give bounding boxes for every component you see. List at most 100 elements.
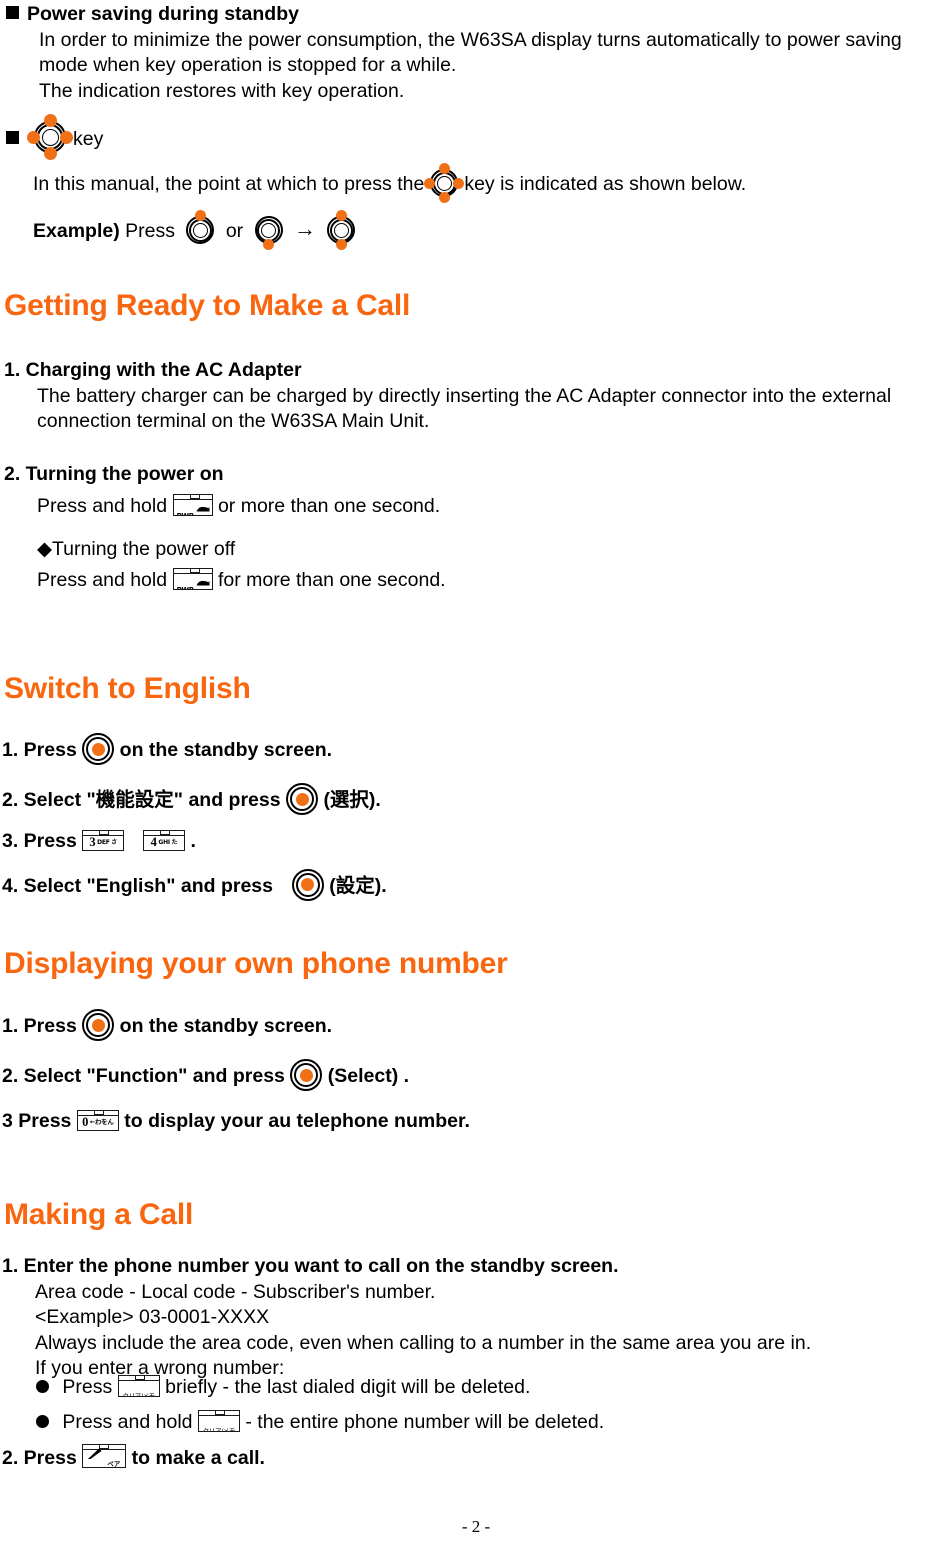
keypad-key-0-icon: 0 ←わをん [76,1110,119,1131]
own-number-step-2: 2. Select "Function" and press (Select) … [2,1059,470,1091]
example-or-word: or [225,220,244,242]
making-call-line-2: <Example> 03-0001-XXXX [35,1306,270,1328]
handset-slash-glyph [88,1448,102,1459]
step3-text-after: . [190,830,196,852]
power-key-icon: PWR [172,493,213,516]
square-bullet-icon [6,6,19,19]
step2-text-before: 2. Press [2,1447,77,1469]
making-call-bullet-1: Press クリア/メモ briefly - the last dialed d… [36,1375,530,1401]
step-charging: 1. Charging with the AC Adapter The batt… [4,358,891,435]
step1-text-after: on the standby screen. [119,739,333,761]
heading-getting-ready: Getting Ready to Make a Call [4,289,411,322]
step-charging-line-1: The battery charger can be charged by di… [37,384,892,407]
key0-number: 0 [82,1115,89,1130]
manual-page: Power saving during standby In order to … [0,0,952,1551]
step3-text-before: 3 Press [2,1110,72,1132]
nav-key-heading-row: key [6,114,103,160]
step4-text-after: (設定). [329,874,387,897]
making-call-line-1: Area code - Local code - Subscriber's nu… [35,1280,436,1303]
own-number-step-1: 1. Press on the standby screen. [2,1009,470,1041]
page-footer: - 2 - [461,1517,491,1536]
heading-own-phone-number: Displaying your own phone number [4,947,508,980]
clear-memo-key-icon: クリア/メモ [117,1375,160,1397]
manual-text-after: key is indicated as shown below. [464,173,747,195]
nav-key-heading-label: key [73,128,104,150]
step2-text-after: (選択). [323,789,381,811]
manual-text-before: In this manual, the point at which to pr… [33,173,425,195]
step2-text-before: 2. Select "機能設定" and press [2,789,281,811]
own-number-steps: 1. Press on the standby screen. 2. Selec… [2,1009,470,1135]
center-select-key-icon [291,868,324,901]
step1-text-after: on the standby screen. [119,1015,333,1037]
navigation-key-icon [27,114,73,160]
keypad-key-4-icon: 4 GHI た [143,830,186,851]
round-bullet-icon [36,1415,49,1428]
switch-english-steps: 1. Press on the standby screen. 2. Selec… [2,733,387,901]
making-call-step1-title: 1. Enter the phone number you want to ca… [2,1255,619,1277]
center-select-key-icon [82,1009,115,1041]
power-saving-line-2: mode when key operation is stopped for a… [39,54,457,76]
key3-number: 3 [89,835,96,850]
key4-kana: た [171,838,178,846]
power-off-text-after: for more than one second. [217,568,446,591]
step-charging-line-2: connection terminal on the W63SA Main Un… [37,410,430,432]
switch-english-step-2: 2. Select "機能設定" and press (選択). [2,783,387,815]
navigation-key-icon-up-down [321,210,361,250]
power-on-instruction: Press and hold PWR or more than one seco… [4,493,446,520]
right-arrow-icon: → [294,216,317,241]
navigation-key-icon-down [249,210,289,250]
bullet1-text-before: Press [62,1376,113,1398]
step4-text-before: 4. Select "English" and press [2,874,274,897]
call-key-icon: ペア [82,1444,127,1468]
center-select-key-icon [290,1059,323,1091]
bullet2-text-before: Press and hold [62,1411,193,1433]
power-saving-line-3: The indication restores with key operati… [39,79,405,102]
step2-text-after: to make a call. [131,1447,265,1469]
key4-latin: GHI [158,838,170,846]
key3-latin: DEF [97,838,110,846]
heading-making-a-call: Making a Call [4,1198,194,1231]
key0-kana: ←わをん [89,1118,114,1127]
switch-english-step-1: 1. Press on the standby screen. [2,733,387,765]
step3-text-before: 3. Press [2,830,77,852]
bullet1-text-after: briefly - the last dialed digit will be … [165,1376,531,1398]
call-key-label: ペア [107,1460,121,1468]
step-power-on-title: 2. Turning the power on [4,463,224,485]
power-on-text-after: or more than one second. [217,494,441,517]
step1-text-before: 1. Press [2,739,77,761]
making-call-step-1: 1. Enter the phone number you want to ca… [2,1254,811,1382]
heading-switch-to-english: Switch to English [4,672,251,705]
power-saving-line-1: In order to minimize the power consumpti… [39,28,902,51]
step-turning-power-on: 2. Turning the power on Press and hold P… [4,462,446,593]
handset-glyph [193,580,210,585]
round-bullet-icon [36,1380,49,1393]
step-charging-title: 1. Charging with the AC Adapter [4,359,302,381]
power-on-text-before: Press and hold [37,494,168,517]
making-call-step-2: 2. Press ペア to make a call. [2,1444,265,1472]
nav-key-manual-sentence: In this manual, the point at which to pr… [33,163,746,203]
clear-key-label: クリア/メモ [202,1427,236,1432]
own-number-step-3: 3 Press 0 ←わをん to display your au telepho… [2,1109,470,1135]
power-off-title: ◆Turning the power off [37,538,236,560]
key3-kana: さ [111,838,118,846]
step3-text-after: to display your au telephone number. [124,1110,470,1132]
power-key-label: PWR [176,585,195,590]
center-select-key-icon [82,733,115,765]
example-press-word: Press [125,220,175,242]
making-call-bullet-2: Press and hold クリア/メモ - the entire phone… [36,1410,604,1436]
switch-english-step-3: 3. Press 3 DEF さ 4 GHI た . [2,829,387,855]
step2-text-before: 2. Select "Function" and press [2,1065,285,1087]
switch-english-step-4: 4. Select "English" and press (設定). [2,868,387,901]
power-key-label: PWR [176,511,195,516]
making-call-line-3: Always include the area code, even when … [35,1331,812,1354]
keypad-key-3-icon: 3 DEF さ [82,830,125,851]
navigation-key-icon-up [180,210,220,250]
clear-memo-key-icon: クリア/メモ [197,1410,240,1432]
key4-number: 4 [150,835,157,850]
handset-glyph [193,506,210,511]
power-off-text-before: Press and hold [37,568,168,591]
navigation-key-icon [424,163,465,203]
power-off-instruction: Press and hold PWR for more than one sec… [4,567,446,594]
step1-text-before: 1. Press [2,1015,77,1037]
section-power-saving: Power saving during standby In order to … [6,2,902,104]
